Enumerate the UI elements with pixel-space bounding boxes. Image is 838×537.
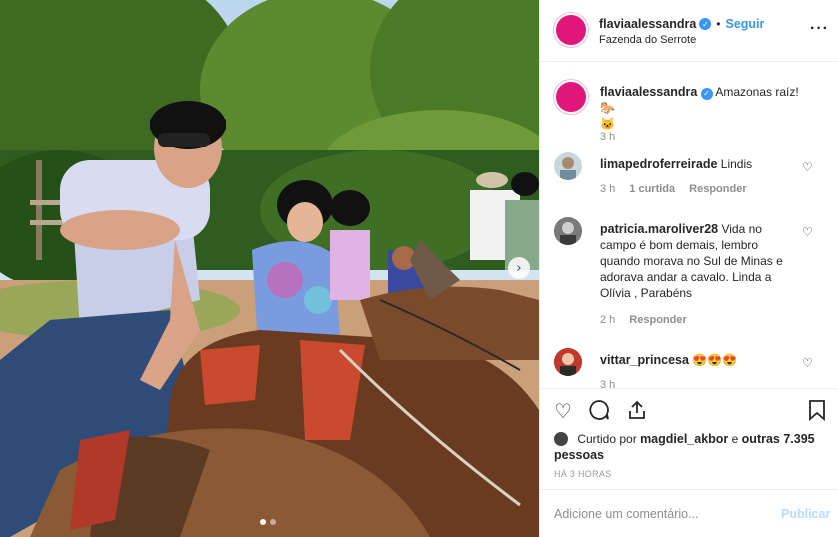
follow-button[interactable]: Seguir xyxy=(726,17,765,31)
post-location[interactable]: Fazenda do Serrote xyxy=(599,34,696,46)
publish-button[interactable]: Publicar xyxy=(781,507,830,521)
carousel-indicator xyxy=(260,519,276,525)
commenter-avatar[interactable] xyxy=(554,152,582,180)
liked-by-mid: e xyxy=(731,432,739,446)
carousel-dot-active xyxy=(260,519,266,525)
comment-like-heart-icon[interactable]: ♡ xyxy=(802,160,813,174)
comment-text: 😍😍😍 xyxy=(692,353,738,367)
commenter-avatar[interactable] xyxy=(554,348,582,376)
comment-time[interactable]: 3 h xyxy=(600,379,615,388)
commenter-avatar[interactable] xyxy=(554,217,582,245)
comment-meta: 2 h Responder xyxy=(600,314,687,326)
more-horizontal-icon[interactable]: ··· xyxy=(810,20,829,38)
comment-username[interactable]: patricia.maroliver28 xyxy=(600,222,718,236)
comment-text: Lindis xyxy=(720,157,753,171)
caption-meta: 3 h xyxy=(600,131,615,143)
comment-meta: 3 h 1 curtida Responder xyxy=(600,183,747,195)
follow-separator: • xyxy=(716,17,721,31)
bookmark-icon[interactable] xyxy=(808,399,826,426)
add-comment-bar: Publicar xyxy=(540,489,838,537)
caption-author-avatar[interactable] xyxy=(554,80,588,114)
carousel-dot xyxy=(270,519,276,525)
liked-by: Curtido por magdiel_akbor e outras 7.395… xyxy=(554,431,824,463)
heart-icon[interactable]: ♡ xyxy=(554,399,572,423)
author-username[interactable]: flaviaalessandra xyxy=(599,17,696,31)
comment-meta: 3 h xyxy=(600,379,615,388)
post-side-panel: flaviaalessandra ✓ • Seguir Fazenda do S… xyxy=(539,0,838,537)
post-photo[interactable]: › xyxy=(0,0,539,537)
liker-avatar[interactable] xyxy=(554,432,568,446)
comment-body: limapedroferreirade Lindis xyxy=(600,156,800,172)
liker-username[interactable]: magdiel_akbor xyxy=(640,432,728,446)
caption-username[interactable]: flaviaalessandra xyxy=(600,85,697,99)
reply-button[interactable]: Responder xyxy=(629,314,686,326)
verified-badge-icon: ✓ xyxy=(699,18,712,30)
post-time-ago[interactable]: HÁ 3 HORAS xyxy=(554,469,612,479)
post-header: flaviaalessandra ✓ • Seguir Fazenda do S… xyxy=(540,0,838,62)
comment-input[interactable] xyxy=(554,504,764,524)
photo-illustration xyxy=(0,0,539,537)
reply-button[interactable]: Responder xyxy=(689,183,746,195)
caption-body: flaviaalessandra ✓ Amazonas raíz! 🐎 🐱 xyxy=(600,84,800,132)
author-avatar[interactable] xyxy=(554,13,588,47)
comment-username[interactable]: limapedroferreirade xyxy=(600,157,717,171)
verified-badge-icon: ✓ xyxy=(700,88,713,100)
comments-list[interactable]: flaviaalessandra ✓ Amazonas raíz! 🐎 🐱 3 … xyxy=(540,63,838,388)
comment-like-heart-icon[interactable]: ♡ xyxy=(802,356,813,370)
post-actions: ♡ Curtido por magdiel_akbor e outras 7.3… xyxy=(540,388,838,488)
comment-time[interactable]: 3 h xyxy=(600,183,615,195)
liked-by-prefix: Curtido por xyxy=(577,432,637,446)
comment-like-heart-icon[interactable]: ♡ xyxy=(802,225,813,239)
comment-likes[interactable]: 1 curtida xyxy=(629,183,675,195)
share-icon[interactable] xyxy=(626,399,648,426)
caption-time[interactable]: 3 h xyxy=(600,131,615,143)
author-line: flaviaalessandra ✓ • Seguir xyxy=(599,17,764,31)
comment-time[interactable]: 2 h xyxy=(600,314,615,326)
comment-body: vittar_princesa 😍😍😍 xyxy=(600,352,800,368)
comment-icon[interactable] xyxy=(588,399,610,426)
caption-extra: 🐱 xyxy=(600,117,615,131)
comment-body: patricia.maroliver28 Vida no campo é bom… xyxy=(600,221,800,301)
next-slide-button[interactable]: › xyxy=(508,257,530,279)
comment-username[interactable]: vittar_princesa xyxy=(600,353,689,367)
